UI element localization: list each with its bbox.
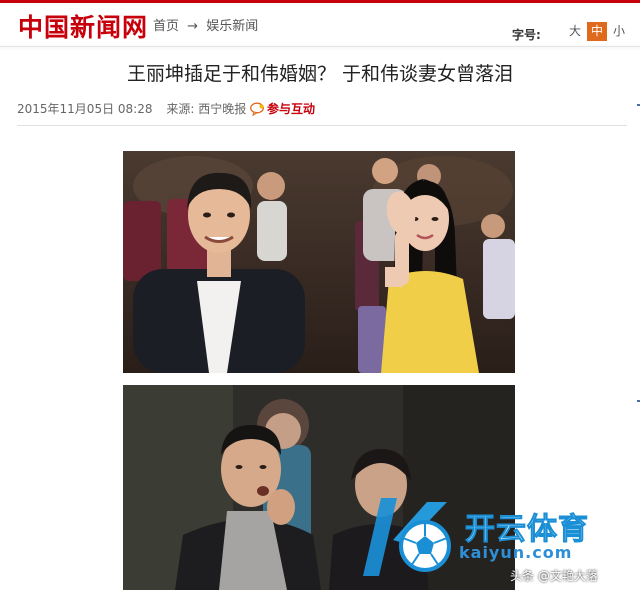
interact-link[interactable]: 参与互动 [267,102,315,116]
font-size-large-button[interactable]: 大 [565,22,585,41]
breadcrumb: 首页 → 娱乐新闻 [153,15,262,34]
article-title: 王丽坤插足于和伟婚姻？ 于和伟谈妻女曾落泪 [126,63,514,85]
article-source: 西宁晚报 [198,102,247,116]
speech-bubble-icon[interactable] [250,102,266,119]
article-photo-event [123,151,515,373]
watermark-brand-text: 开云体育 [465,512,589,548]
breadcrumb-section-link[interactable]: 娱乐新闻 [206,19,258,34]
watermark-source: 头条 @文艳大落 [510,569,598,583]
header-divider [0,46,640,47]
watermark-overlay: 开云体育 kaiyun.com 头条 @文艳大落 [355,492,640,590]
article-meta: 2015年11月05日 08:28 来源: 西宁晚报 参与互动 [17,100,315,119]
site-header: 中国新闻网 首页 → 娱乐新闻 字号: 大 中 小 [0,0,640,46]
meta-divider [17,125,627,126]
article-date: 2015年11月05日 08:28 [17,102,153,116]
source-label: 来源: [166,102,195,116]
font-size-small-button[interactable]: 小 [609,22,629,41]
font-size-label: 字号: [512,28,541,42]
font-size-medium-button[interactable]: 中 [587,22,607,41]
header-accent-line [0,0,640,3]
breadcrumb-home-link[interactable]: 首页 [153,19,179,34]
photo-event-illustration [123,151,515,373]
brand-ball-logo-icon [363,498,451,576]
site-logo[interactable]: 中国新闻网 [18,8,148,44]
watermark-url: kaiyun.com [459,543,573,562]
breadcrumb-arrow-icon: → [187,19,199,34]
